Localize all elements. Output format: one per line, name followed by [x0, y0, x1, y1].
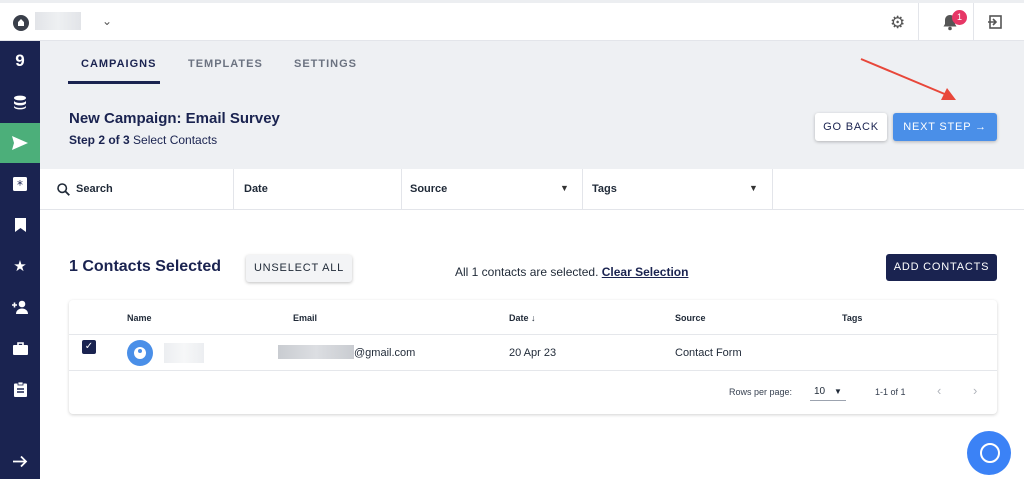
previous-page-button[interactable]: ‹: [937, 383, 941, 398]
caret-down-icon: ▼: [749, 183, 758, 193]
sidebar: 9 * ★: [0, 41, 40, 479]
add-contacts-button[interactable]: ADD CONTACTS: [886, 254, 997, 281]
caret-down-icon: ▼: [560, 183, 569, 193]
divider: [918, 3, 919, 44]
selection-info-text: All 1 contacts are selected.: [455, 265, 602, 279]
selected-count-title: 1 Contacts Selected: [69, 258, 222, 275]
clear-selection-link[interactable]: Clear Selection: [602, 265, 689, 279]
next-step-button[interactable]: NEXT STEP →: [893, 113, 997, 141]
column-header-email[interactable]: Email: [293, 313, 317, 323]
contact-date: 20 Apr 23: [509, 347, 557, 359]
sidebar-item-star[interactable]: ★: [0, 246, 40, 286]
sidebar-item-clipboard[interactable]: [0, 369, 40, 409]
column-header-name[interactable]: Name: [127, 313, 152, 323]
filter-bar: Search Date Source ▼ Tags ▼: [40, 169, 1024, 210]
search-filter[interactable]: Search: [40, 169, 234, 210]
top-bar: ⌄ ⚙ 1: [0, 0, 1024, 44]
date-filter[interactable]: Date: [234, 169, 402, 210]
briefcase-icon: [12, 341, 28, 355]
pagination-range: 1-1 of 1: [875, 387, 906, 397]
step-number: Step 2 of 3: [69, 133, 130, 147]
contact-source: Contact Form: [675, 347, 742, 359]
send-icon: [12, 136, 28, 150]
column-header-source[interactable]: Source: [675, 313, 706, 323]
gear-icon[interactable]: ⚙: [890, 14, 905, 32]
chat-widget-button[interactable]: [967, 431, 1011, 475]
divider: [973, 3, 974, 44]
rows-per-page-value: 10: [814, 386, 826, 397]
contact-name-redacted: [164, 343, 204, 363]
search-icon: [57, 183, 70, 196]
clipboard-icon: [13, 381, 27, 397]
sidebar-expand-button[interactable]: [0, 441, 40, 479]
sidebar-item-briefcase[interactable]: [0, 328, 40, 368]
database-icon: [14, 95, 26, 109]
active-tab-indicator: [68, 81, 160, 84]
sidebar-item-database[interactable]: [0, 82, 40, 122]
sidebar-item-logo[interactable]: 9: [0, 41, 40, 81]
unselect-all-button[interactable]: UNSELECT ALL: [246, 255, 352, 282]
notification-badge: 1: [952, 10, 967, 25]
home-icon[interactable]: [13, 15, 29, 31]
go-back-button[interactable]: GO BACK: [815, 113, 887, 141]
row-checkbox[interactable]: ✓: [82, 340, 96, 354]
source-filter-label: Source: [410, 183, 448, 195]
date-filter-label: Date: [244, 183, 268, 195]
tab-settings[interactable]: SETTINGS: [294, 58, 357, 70]
logo-icon: 9: [15, 51, 25, 70]
divider: [69, 334, 997, 335]
contact-email: @gmail.com: [354, 347, 416, 359]
asterisk-box-icon: *: [13, 177, 27, 191]
organization-name-redacted[interactable]: [35, 12, 81, 30]
source-filter[interactable]: Source ▼: [402, 169, 583, 210]
star-icon: ★: [13, 258, 27, 275]
column-header-date[interactable]: Date ↓: [509, 313, 536, 323]
sidebar-item-add-user[interactable]: [0, 287, 40, 327]
next-page-button[interactable]: ›: [973, 383, 977, 398]
caret-down-icon: ▼: [834, 387, 842, 396]
annotation-arrow: [860, 58, 956, 100]
tags-filter-label: Tags: [592, 183, 617, 195]
chevron-down-icon[interactable]: ⌄: [102, 14, 112, 28]
tab-templates[interactable]: TEMPLATES: [188, 58, 263, 70]
arrow-right-icon: [12, 455, 27, 467]
sidebar-item-bookmark[interactable]: [0, 205, 40, 245]
page-title: New Campaign: Email Survey: [69, 110, 280, 127]
search-label: Search: [76, 183, 113, 195]
svg-text:*: *: [17, 178, 23, 191]
contacts-table: Name Email Date ↓ Source Tags ✓ @gmail.c…: [69, 300, 997, 414]
column-header-tags[interactable]: Tags: [842, 313, 862, 323]
divider: [69, 370, 997, 371]
sidebar-item-asterisk[interactable]: *: [0, 164, 40, 204]
avatar: [127, 340, 153, 366]
logout-icon[interactable]: [987, 14, 1003, 34]
step-indicator: Step 2 of 3 Select Contacts: [69, 133, 217, 147]
selection-info: All 1 contacts are selected. Clear Selec…: [455, 265, 688, 279]
rows-per-page-select[interactable]: 10 ▼: [810, 381, 846, 401]
add-user-icon: [12, 300, 28, 314]
sidebar-item-campaigns[interactable]: [0, 123, 40, 163]
step-description: Select Contacts: [129, 133, 218, 147]
contact-email-redacted: [278, 345, 354, 359]
bookmark-icon: [14, 218, 26, 232]
rows-per-page-label: Rows per page:: [729, 387, 793, 397]
tab-campaigns[interactable]: CAMPAIGNS: [81, 58, 156, 70]
tags-filter[interactable]: Tags ▼: [583, 169, 773, 210]
